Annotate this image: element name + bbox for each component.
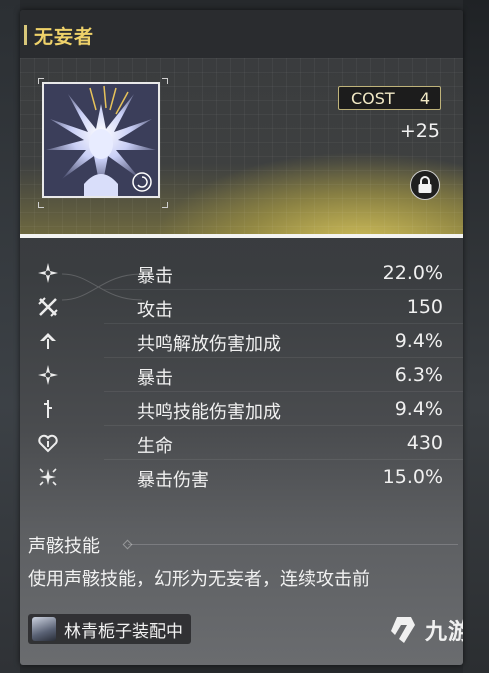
hero-divider — [20, 234, 463, 238]
echo-skill-description[interactable]: 使用声骸技能，幻形为无妄者，连续攻击前 — [28, 565, 458, 615]
character-avatar — [32, 617, 56, 641]
stat-value: 430 — [406, 432, 443, 454]
stat-list: 暴击 22.0% 攻击 150 共鸣解放伤害加成 9.4% 暴击 6.3% 共鸣… — [20, 256, 463, 494]
echo-skill-title: 声骸技能 — [28, 536, 100, 557]
stat-name: 攻击 — [137, 300, 173, 321]
stat-row: 共鸣技能伤害加成 9.4% — [20, 392, 463, 426]
watermark-logo: 九游 — [387, 610, 463, 650]
stat-name: 暴击伤害 — [137, 470, 209, 491]
stat-row: 攻击 150 — [20, 290, 463, 324]
stat-value: 150 — [406, 296, 443, 318]
stat-row: 生命 430 — [20, 426, 463, 460]
stat-value: 6.3% — [394, 364, 443, 386]
watermark-logo-icon — [391, 617, 415, 643]
header-accent — [24, 25, 27, 45]
equipped-by-tag[interactable]: 林青栀子装配中 — [28, 614, 191, 644]
echo-detail-card: 无妄者 COST 4 +25 暴击 22.0% 攻击 150 共鸣解放伤害加成 … — [20, 10, 463, 665]
echo-name: 无妄者 — [34, 26, 95, 48]
resonance-liberation-icon — [40, 333, 56, 349]
stat-row: 共鸣解放伤害加成 9.4% — [20, 324, 463, 358]
cost-badge: COST 4 — [338, 86, 441, 110]
resonance-skill-icon — [44, 400, 52, 418]
lock-button[interactable] — [410, 170, 440, 200]
stat-name: 共鸣技能伤害加成 — [137, 402, 281, 423]
echo-hero-panel: COST 4 +25 — [20, 58, 463, 234]
cost-label: COST — [351, 88, 395, 108]
backdrop — [0, 0, 20, 673]
stat-name: 暴击 — [137, 368, 173, 389]
cost-value: 4 — [419, 88, 430, 108]
stat-value: 9.4% — [394, 330, 443, 352]
stat-name: 暴击 — [137, 266, 173, 287]
equipped-by-label: 林青栀子装配中 — [64, 621, 183, 642]
hp-icon — [38, 434, 58, 453]
stat-name: 共鸣解放伤害加成 — [137, 334, 281, 355]
stat-value: 15.0% — [382, 466, 443, 488]
stat-row: 暴击 22.0% — [20, 256, 463, 290]
crit-rate-icon — [38, 365, 58, 385]
crit-damage-icon — [39, 468, 57, 486]
echo-level: +25 — [399, 120, 440, 142]
stat-row: 暴击 6.3% — [20, 358, 463, 392]
stat-value: 9.4% — [394, 398, 443, 420]
stat-row: 暴击伤害 15.0% — [20, 460, 463, 494]
card-header: 无妄者 — [20, 10, 463, 58]
echo-portrait[interactable] — [42, 82, 160, 198]
watermark-text: 九游 — [425, 620, 463, 645]
stat-value: 22.0% — [382, 262, 443, 284]
stat-name: 生命 — [137, 436, 173, 457]
lock-icon — [418, 176, 432, 193]
crit-rate-icon — [38, 263, 58, 283]
skill-divider — [128, 544, 458, 545]
backdrop — [463, 0, 489, 673]
attack-icon — [38, 297, 58, 317]
echo-portrait-image — [44, 84, 158, 196]
